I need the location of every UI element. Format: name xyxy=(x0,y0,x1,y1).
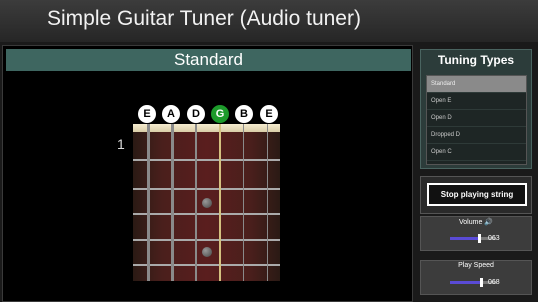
tuning-name-header: Standard xyxy=(6,49,411,71)
volume-slider-thumb[interactable] xyxy=(477,234,481,243)
guitar-string[interactable] xyxy=(147,124,150,281)
play-speed-slider-fill xyxy=(450,281,482,284)
guitar-nut xyxy=(133,124,280,132)
fret-line xyxy=(133,213,280,215)
guitar-string[interactable] xyxy=(243,124,244,281)
string-note-button[interactable]: A xyxy=(161,104,181,124)
tuning-type-item[interactable]: Open E xyxy=(427,93,526,110)
fret-marker-dot xyxy=(202,247,212,257)
tuning-types-panel: Tuning Types Standard Open E Open D Dropped… xyxy=(420,49,532,169)
string-note-button[interactable]: D xyxy=(186,104,206,124)
guitar-string[interactable] xyxy=(267,124,268,281)
volume-panel: Volume 🔊 063 xyxy=(420,216,532,251)
fret-line xyxy=(133,264,280,266)
title-bar: Simple Guitar Tuner (Audio tuner) xyxy=(0,0,538,42)
string-note-button[interactable]: G xyxy=(210,104,230,124)
play-speed-slider-thumb[interactable] xyxy=(480,278,484,287)
tuning-type-item[interactable]: Standard xyxy=(427,76,526,93)
fret-line xyxy=(133,159,280,161)
fret-number: 1 xyxy=(117,136,125,152)
fret-line xyxy=(133,239,280,241)
fret-marker-dot xyxy=(202,198,212,208)
tuning-types-title: Tuning Types xyxy=(437,53,515,67)
fretboard xyxy=(133,124,280,281)
string-note-button[interactable]: E xyxy=(259,104,279,124)
stop-panel: Stop playing string xyxy=(420,176,532,214)
play-speed-panel: Play Speed 068 xyxy=(420,260,532,295)
volume-slider-fill xyxy=(450,237,479,240)
volume-value: 063 xyxy=(488,235,500,242)
tuning-type-item[interactable]: Dropped D xyxy=(427,127,526,144)
app-title: Simple Guitar Tuner (Audio tuner) xyxy=(47,7,361,30)
tuning-type-item[interactable]: Open C xyxy=(427,144,526,161)
string-note-button[interactable]: B xyxy=(234,104,254,124)
tuning-types-list[interactable]: StandardOpen EOpen DDropped DOpen COpen … xyxy=(426,75,527,165)
string-note-button[interactable]: E xyxy=(137,104,157,124)
tuning-type-item[interactable]: Open G xyxy=(427,161,526,164)
play-speed-value: 068 xyxy=(488,279,500,286)
play-speed-label: Play Speed xyxy=(458,262,494,269)
guitar-string[interactable] xyxy=(171,124,174,281)
guitar-string[interactable] xyxy=(195,124,197,281)
tuning-type-item[interactable]: Open D xyxy=(427,110,526,127)
guitar-string[interactable] xyxy=(219,124,221,281)
volume-label: Volume 🔊 xyxy=(458,219,493,226)
fret-line xyxy=(133,188,280,190)
stop-playing-button[interactable]: Stop playing string xyxy=(427,183,527,206)
